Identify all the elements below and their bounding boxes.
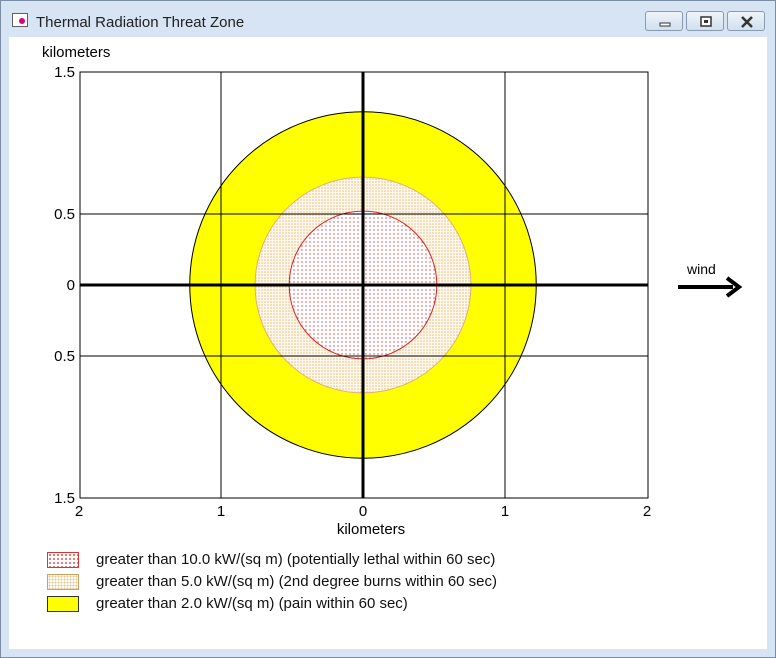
y-tick-label: 0.5 (54, 206, 75, 223)
x-tick-label: 2 (75, 503, 83, 520)
y-tick-label: 0.5 (54, 348, 75, 365)
close-button[interactable] (727, 11, 765, 31)
y-axis-label: kilometers (42, 44, 110, 61)
legend: greater than 10.0 kW/(sq m) (potentially… (47, 549, 647, 615)
legend-swatch-pain (47, 596, 79, 612)
y-tick-label: 0 (67, 277, 75, 294)
legend-swatch-lethal (47, 552, 79, 568)
minimize-icon (659, 22, 671, 27)
app-icon (12, 13, 28, 27)
legend-item-lethal: greater than 10.0 kW/(sq m) (potentially… (47, 549, 647, 571)
legend-swatch-burns (47, 574, 79, 590)
x-tick-label: 1 (217, 503, 225, 520)
legend-item-pain: greater than 2.0 kW/(sq m) (pain within … (47, 593, 647, 615)
threat-zone-chart: 2 1 0 1 21.50.500.51.5 kilometers kilometers (42, 44, 651, 537)
title-bar[interactable]: Thermal Radiation Threat Zone (1, 1, 775, 37)
minimize-button[interactable] (645, 11, 683, 31)
window-title: Thermal Radiation Threat Zone (36, 14, 245, 31)
legend-item-burns: greater than 5.0 kW/(sq m) (2nd degree b… (47, 571, 647, 593)
y-tick-label: 1.5 (54, 490, 75, 507)
maximize-button[interactable] (686, 11, 724, 31)
x-axis-label: kilometers (337, 521, 405, 537)
close-icon (741, 16, 753, 28)
legend-label: greater than 5.0 kW/(sq m) (2nd degree b… (96, 573, 498, 590)
app-window: Thermal Radiation Threat Zone 2 1 0 1 2 … (0, 0, 776, 658)
y-tick-label: 1.5 (54, 64, 75, 81)
wind-arrow-icon (678, 276, 743, 298)
legend-label: greater than 2.0 kW/(sq m) (pain within … (96, 595, 408, 612)
x-tick-label: 0 (359, 503, 367, 520)
maximize-icon (700, 16, 712, 27)
x-tick-label: 1 (501, 503, 509, 520)
chart-area: 2 1 0 1 2 1.5 0.5 0 0.5 1.5 kilometers kilometers… (9, 37, 767, 649)
legend-label: greater than 10.0 kW/(sq m) (potentially… (96, 551, 496, 568)
x-tick-label: 2 (643, 503, 651, 520)
